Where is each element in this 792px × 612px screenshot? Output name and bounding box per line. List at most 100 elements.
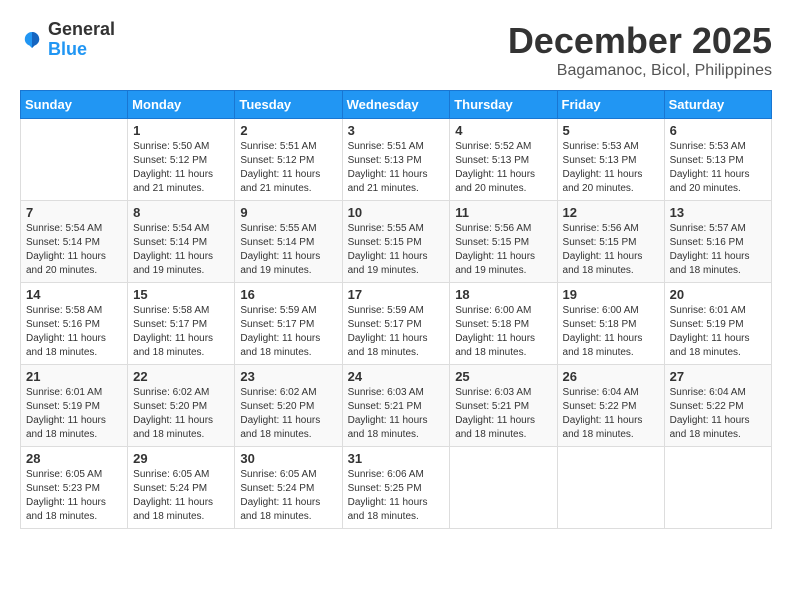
day-cell: 12 Sunrise: 5:56 AM Sunset: 5:15 PM Dayli… (557, 201, 664, 283)
day-cell (21, 119, 128, 201)
day-info: Sunrise: 5:59 AM Sunset: 5:17 PM Dayligh… (348, 304, 445, 360)
weekday-header-friday: Friday (557, 91, 664, 119)
day-info: Sunrise: 5:53 AM Sunset: 5:13 PM Dayligh… (563, 140, 659, 196)
week-row-3: 14 Sunrise: 5:58 AM Sunset: 5:16 PM Dayli… (21, 283, 772, 365)
day-number: 30 (240, 451, 336, 466)
day-cell: 14 Sunrise: 5:58 AM Sunset: 5:16 PM Dayli… (21, 283, 128, 365)
day-cell: 27Sunrise: 6:04 AM Sunset: 5:22 PM Dayli… (664, 365, 771, 447)
day-number: 28 (26, 451, 122, 466)
day-cell: 29 Sunrise: 6:05 AM Sunset: 5:24 PM Dayli… (128, 447, 235, 529)
day-info: Sunrise: 6:04 AM Sunset: 5:22 PM Dayligh… (563, 386, 659, 442)
day-cell: 28 Sunrise: 6:05 AM Sunset: 5:23 PM Dayli… (21, 447, 128, 529)
day-cell (450, 447, 557, 529)
day-cell: 13 Sunrise: 5:57 AM Sunset: 5:16 PM Dayli… (664, 201, 771, 283)
day-cell: 19Sunrise: 6:00 AM Sunset: 5:18 PM Dayli… (557, 283, 664, 365)
weekday-header-sunday: Sunday (21, 91, 128, 119)
day-cell: 4Sunrise: 5:52 AM Sunset: 5:13 PM Daylig… (450, 119, 557, 201)
week-row-1: 1 Sunrise: 5:50 AM Sunset: 5:12 PM Daylig… (21, 119, 772, 201)
day-number: 6 (670, 123, 766, 138)
day-number: 22 (133, 369, 229, 384)
day-info: Sunrise: 6:05 AM Sunset: 5:24 PM Dayligh… (133, 468, 229, 524)
day-number: 23 (240, 369, 336, 384)
day-number: 16 (240, 287, 336, 302)
day-number: 24 (348, 369, 445, 384)
day-number: 14 (26, 287, 122, 302)
day-cell: 21 Sunrise: 6:01 AM Sunset: 5:19 PM Dayli… (21, 365, 128, 447)
day-info: Sunrise: 6:02 AM Sunset: 5:20 PM Dayligh… (240, 386, 336, 442)
day-number: 8 (133, 205, 229, 220)
day-info: Sunrise: 6:00 AM Sunset: 5:18 PM Dayligh… (455, 304, 551, 360)
day-cell: 2 Sunrise: 5:51 AM Sunset: 5:12 PM Daylig… (235, 119, 342, 201)
day-info: Sunrise: 6:06 AM Sunset: 5:25 PM Dayligh… (348, 468, 445, 524)
weekday-header-wednesday: Wednesday (342, 91, 450, 119)
day-info: Sunrise: 5:51 AM Sunset: 5:13 PM Dayligh… (348, 140, 445, 196)
day-cell: 26 Sunrise: 6:04 AM Sunset: 5:22 PM Dayli… (557, 365, 664, 447)
weekday-header-saturday: Saturday (664, 91, 771, 119)
day-cell: 24 Sunrise: 6:03 AM Sunset: 5:21 PM Dayli… (342, 365, 450, 447)
day-info: Sunrise: 6:00 AM Sunset: 5:18 PM Dayligh… (563, 304, 659, 360)
day-info: Sunrise: 6:05 AM Sunset: 5:24 PM Dayligh… (240, 468, 336, 524)
day-cell: 22 Sunrise: 6:02 AM Sunset: 5:20 PM Dayli… (128, 365, 235, 447)
day-info: Sunrise: 5:58 AM Sunset: 5:17 PM Dayligh… (133, 304, 229, 360)
day-cell: 30 Sunrise: 6:05 AM Sunset: 5:24 PM Dayli… (235, 447, 342, 529)
day-number: 12 (563, 205, 659, 220)
day-number: 2 (240, 123, 336, 138)
day-number: 26 (563, 369, 659, 384)
day-number: 5 (563, 123, 659, 138)
month-title: December 2025 (508, 20, 772, 62)
day-info: Sunrise: 5:56 AM Sunset: 5:15 PM Dayligh… (455, 222, 551, 278)
day-cell: 8 Sunrise: 5:54 AM Sunset: 5:14 PM Daylig… (128, 201, 235, 283)
day-info: Sunrise: 6:03 AM Sunset: 5:21 PM Dayligh… (455, 386, 551, 442)
day-info: Sunrise: 6:02 AM Sunset: 5:20 PM Dayligh… (133, 386, 229, 442)
weekday-header-tuesday: Tuesday (235, 91, 342, 119)
day-cell: 15 Sunrise: 5:58 AM Sunset: 5:17 PM Dayli… (128, 283, 235, 365)
day-cell: 16 Sunrise: 5:59 AM Sunset: 5:17 PM Dayli… (235, 283, 342, 365)
day-number: 29 (133, 451, 229, 466)
day-cell (557, 447, 664, 529)
day-info: Sunrise: 5:50 AM Sunset: 5:12 PM Dayligh… (133, 140, 229, 196)
day-cell: 3Sunrise: 5:51 AM Sunset: 5:13 PM Daylig… (342, 119, 450, 201)
day-info: Sunrise: 5:55 AM Sunset: 5:14 PM Dayligh… (240, 222, 336, 278)
day-info: Sunrise: 5:54 AM Sunset: 5:14 PM Dayligh… (133, 222, 229, 278)
logo: General Blue (20, 20, 115, 60)
logo-text: General Blue (48, 20, 115, 60)
day-info: Sunrise: 6:05 AM Sunset: 5:23 PM Dayligh… (26, 468, 122, 524)
day-cell: 31 Sunrise: 6:06 AM Sunset: 5:25 PM Dayli… (342, 447, 450, 529)
week-row-2: 7 Sunrise: 5:54 AM Sunset: 5:14 PM Daylig… (21, 201, 772, 283)
day-number: 31 (348, 451, 445, 466)
day-info: Sunrise: 5:53 AM Sunset: 5:13 PM Dayligh… (670, 140, 766, 196)
day-info: Sunrise: 5:54 AM Sunset: 5:14 PM Dayligh… (26, 222, 122, 278)
day-info: Sunrise: 6:01 AM Sunset: 5:19 PM Dayligh… (670, 304, 766, 360)
day-cell: 17Sunrise: 5:59 AM Sunset: 5:17 PM Dayli… (342, 283, 450, 365)
logo-icon (20, 28, 44, 52)
day-info: Sunrise: 5:57 AM Sunset: 5:16 PM Dayligh… (670, 222, 766, 278)
week-row-5: 28 Sunrise: 6:05 AM Sunset: 5:23 PM Dayli… (21, 447, 772, 529)
title-area: December 2025 Bagamanoc, Bicol, Philippi… (508, 20, 772, 80)
day-number: 25 (455, 369, 551, 384)
day-number: 1 (133, 123, 229, 138)
day-info: Sunrise: 6:03 AM Sunset: 5:21 PM Dayligh… (348, 386, 445, 442)
day-info: Sunrise: 5:51 AM Sunset: 5:12 PM Dayligh… (240, 140, 336, 196)
day-number: 13 (670, 205, 766, 220)
day-cell: 20 Sunrise: 6:01 AM Sunset: 5:19 PM Dayli… (664, 283, 771, 365)
day-cell: 7 Sunrise: 5:54 AM Sunset: 5:14 PM Daylig… (21, 201, 128, 283)
week-row-4: 21 Sunrise: 6:01 AM Sunset: 5:19 PM Dayli… (21, 365, 772, 447)
day-info: Sunrise: 5:56 AM Sunset: 5:15 PM Dayligh… (563, 222, 659, 278)
day-number: 11 (455, 205, 551, 220)
day-number: 21 (26, 369, 122, 384)
day-cell: 25 Sunrise: 6:03 AM Sunset: 5:21 PM Dayli… (450, 365, 557, 447)
day-number: 9 (240, 205, 336, 220)
weekday-header-row: SundayMondayTuesdayWednesdayThursdayFrid… (21, 91, 772, 119)
day-cell: 11 Sunrise: 5:56 AM Sunset: 5:15 PM Dayli… (450, 201, 557, 283)
day-number: 7 (26, 205, 122, 220)
day-cell: 9 Sunrise: 5:55 AM Sunset: 5:14 PM Daylig… (235, 201, 342, 283)
day-info: Sunrise: 5:58 AM Sunset: 5:16 PM Dayligh… (26, 304, 122, 360)
day-info: Sunrise: 5:55 AM Sunset: 5:15 PM Dayligh… (348, 222, 445, 278)
day-number: 20 (670, 287, 766, 302)
day-cell (664, 447, 771, 529)
day-number: 15 (133, 287, 229, 302)
day-number: 27 (670, 369, 766, 384)
day-info: Sunrise: 6:01 AM Sunset: 5:19 PM Dayligh… (26, 386, 122, 442)
day-info: Sunrise: 5:59 AM Sunset: 5:17 PM Dayligh… (240, 304, 336, 360)
calendar: SundayMondayTuesdayWednesdayThursdayFrid… (20, 90, 772, 529)
